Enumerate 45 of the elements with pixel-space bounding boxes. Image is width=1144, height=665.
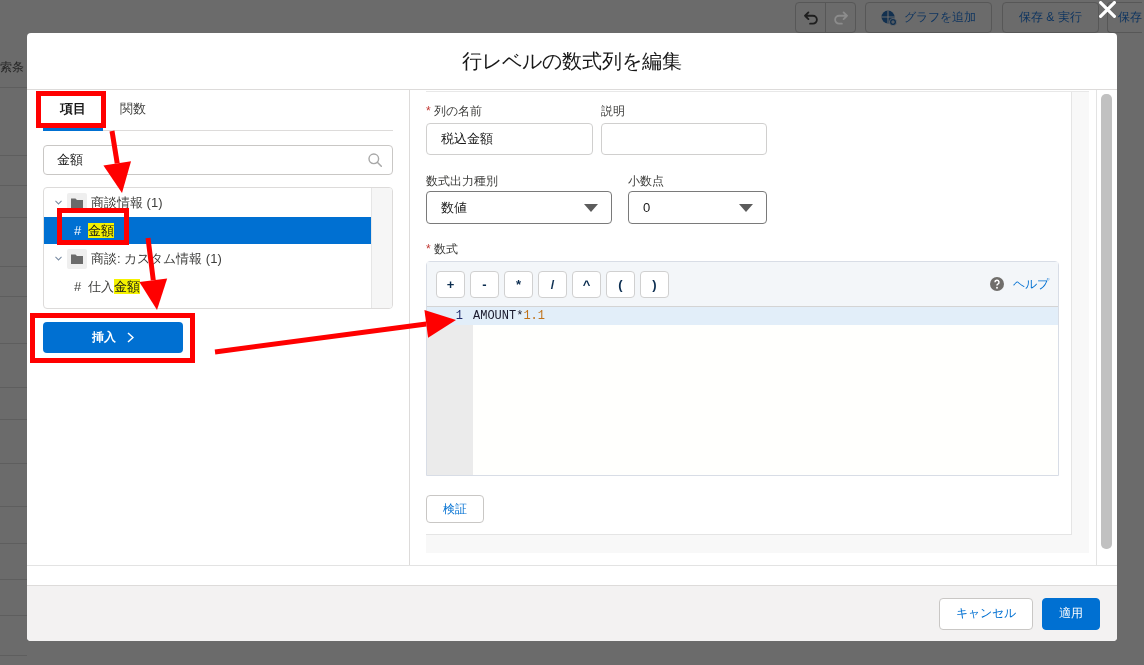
operator-button[interactable]: * (504, 270, 533, 298)
field-label: * 数式 (426, 241, 459, 257)
code-editor[interactable]: 1 AMOUNT*1.1 (427, 307, 1058, 475)
field-label: 説明 (601, 103, 626, 119)
search-field[interactable]: 金額 (43, 145, 393, 175)
dropdown-arrow-icon (584, 203, 598, 212)
tab[interactable]: 項目 (43, 90, 103, 131)
text-field[interactable]: 税込金額 (426, 123, 593, 155)
operator-button[interactable]: + (436, 270, 465, 298)
insert-button[interactable]: 挿入 (43, 322, 183, 353)
operator-button[interactable]: - (470, 270, 499, 298)
operator-button[interactable]: / (538, 270, 567, 298)
tree-group[interactable]: 商談情報 (1) (44, 188, 371, 217)
text-field[interactable] (601, 123, 767, 155)
field-label: 数式出力種別 (426, 173, 499, 189)
help-link[interactable]: ヘルプ (1013, 275, 1049, 293)
tree-item[interactable]: # 仕入金額 (44, 273, 371, 300)
search-icon (368, 153, 382, 167)
field-label: 小数点 (628, 173, 665, 189)
cancel-button[interactable]: キャンセル (939, 597, 1033, 630)
tree-item[interactable]: # 金額 (44, 217, 371, 244)
apply-button[interactable]: 適用 (1042, 597, 1100, 630)
operator-button[interactable]: ( (606, 270, 635, 298)
field-label: * 列の名前 (426, 103, 483, 119)
validate-button[interactable]: 検証 (426, 495, 484, 523)
chevron-right-icon (127, 332, 134, 343)
dropdown[interactable]: 数値 (426, 191, 612, 224)
operator-button[interactable]: ^ (572, 270, 601, 298)
tab[interactable]: 関数 (103, 90, 163, 131)
page-label: 索条 (0, 59, 24, 75)
scrollbar-track[interactable] (371, 188, 392, 308)
help-icon (990, 277, 1004, 291)
dropdown-arrow-icon (739, 203, 753, 212)
dropdown[interactable]: 0 (628, 191, 767, 224)
undo-icon (803, 10, 818, 25)
annotation-arrow (103, 130, 132, 193)
operator-button[interactable]: ) (640, 270, 669, 298)
highlight-frame (36, 91, 106, 128)
pie-chart-icon (881, 9, 897, 26)
dialog-title: 行レベルの数式列を編集 (462, 48, 682, 74)
redo-icon (833, 10, 848, 25)
scrollbar-thumb[interactable] (1101, 94, 1112, 549)
folder-icon (67, 248, 87, 269)
highlight-frame (57, 208, 129, 245)
close-icon[interactable] (1099, 1, 1116, 18)
